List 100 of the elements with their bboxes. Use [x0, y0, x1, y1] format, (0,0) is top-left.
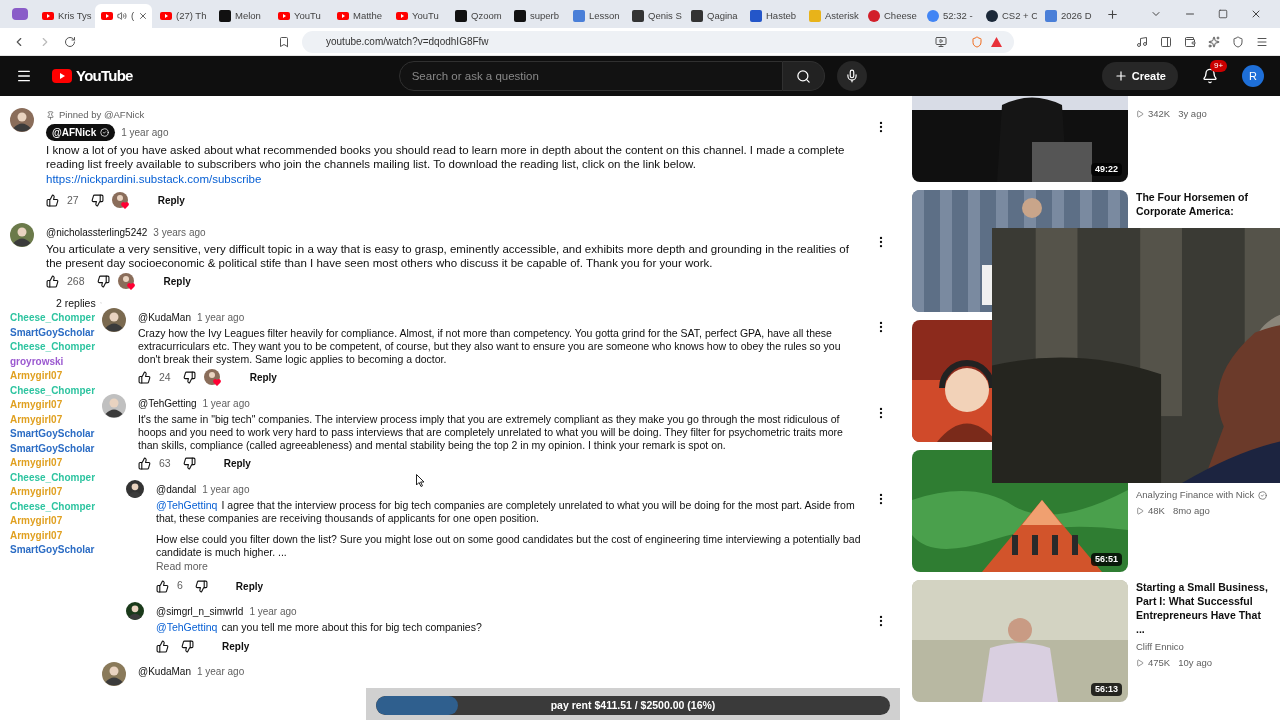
reply-button[interactable]: Reply	[155, 272, 199, 291]
browser-tab[interactable]: Kris Tys	[36, 4, 93, 28]
reply-button[interactable]: Reply	[227, 576, 272, 596]
like-icon[interactable]	[138, 457, 151, 470]
site-icon	[750, 10, 762, 22]
view-count: 342K	[1148, 107, 1171, 121]
comment-text: How else could you filter down the list? Sure you might lose out on some good candidates but the cost of engineering time interviewing a potentially bad candidate is much higher. ...	[156, 532, 862, 559]
sparkle-icon[interactable]	[1208, 35, 1220, 48]
replies-toggle[interactable]: 2 replies	[56, 295, 102, 312]
mention-link[interactable]: @TehGettinq	[156, 621, 218, 634]
comment-text: You articulate a very sensitive, very difficult topic in a way that is easy to grasp, eminently accessible, and exhibits more depth and grounding in the realities of the present day socioeconomic & political stife than I have seen most others who discuss it be capable of. Thank you for your work.	[46, 241, 850, 270]
browser-tab[interactable]: Qenis S	[626, 4, 683, 28]
wallet-icon[interactable]	[1184, 35, 1196, 48]
author-name[interactable]: @AFNick	[46, 124, 116, 142]
dislike-icon[interactable]	[181, 639, 194, 653]
browser-tab[interactable]: YouTu	[390, 4, 447, 28]
dislike-icon[interactable]	[96, 275, 110, 288]
browser-tab[interactable]: 2026 D	[1039, 4, 1096, 28]
site-icon	[573, 10, 585, 22]
search-button[interactable]	[782, 61, 825, 91]
comment-time: 1 year ago	[121, 126, 169, 141]
author-name[interactable]: @simgrl_n_simwrld	[156, 604, 244, 620]
menu-icon[interactable]	[16, 68, 32, 84]
like-icon[interactable]	[138, 371, 151, 384]
browser-tab[interactable]: CS2 + C	[980, 4, 1037, 28]
close-tab-icon[interactable]	[138, 11, 149, 21]
author-name[interactable]: @TehGetting	[138, 395, 197, 411]
avatar-icon	[102, 662, 126, 687]
like-icon[interactable]	[46, 275, 59, 288]
author-name[interactable]: @nicholassterling5242	[46, 224, 148, 240]
browser-tab[interactable]: Cheese	[862, 4, 919, 28]
mention-link[interactable]: @TehGettinq	[156, 498, 218, 511]
create-button[interactable]: Create	[1101, 62, 1178, 90]
channel-name[interactable]: Cliff Ennico	[1136, 640, 1184, 655]
comment-time: 3 years ago	[153, 225, 206, 240]
like-icon[interactable]	[46, 194, 59, 207]
channel-name[interactable]: Analyzing Finance with Nick	[1136, 488, 1255, 503]
dislike-icon[interactable]	[182, 371, 196, 384]
read-more-link[interactable]: Read more	[156, 558, 208, 575]
cast-icon[interactable]	[935, 35, 947, 48]
like-icon[interactable]	[156, 579, 169, 593]
play-logo-icon[interactable]	[52, 69, 72, 83]
comment-time: 1 year ago	[196, 310, 245, 325]
vpn-icon[interactable]	[1232, 35, 1244, 48]
dislike-icon[interactable]	[182, 457, 196, 470]
author-name[interactable]: @KudaMan	[138, 664, 191, 680]
chat-username: Cheese_Chomper	[10, 311, 97, 326]
chat-username: SmartGoyScholar	[10, 543, 96, 558]
browser-tab[interactable]: 52:32 -	[921, 4, 978, 28]
bookmark-icon[interactable]	[278, 35, 290, 48]
video-title[interactable]: Starting a Small Business, Part I: What Successful Entrepreneurs Have That ...	[1136, 580, 1270, 636]
like-count: 6	[177, 578, 183, 594]
video-title[interactable]: The Four Horsemen of Corporate America:	[1136, 190, 1270, 218]
menu-icon[interactable]	[1256, 35, 1268, 48]
dislike-icon[interactable]	[194, 579, 208, 593]
reply-button[interactable]: Reply	[214, 636, 258, 656]
speaker-icon[interactable]	[117, 11, 127, 21]
browser-tab[interactable]: superb	[508, 4, 565, 28]
comment-time: 1 year ago	[196, 665, 245, 680]
media-icon[interactable]	[1136, 35, 1148, 48]
mic-button[interactable]	[836, 61, 867, 91]
maximize-icon[interactable]	[1218, 9, 1228, 19]
browser-tab[interactable]: Melon	[213, 4, 270, 28]
like-icon[interactable]	[156, 639, 169, 653]
author-name[interactable]: @dandal	[156, 481, 197, 497]
browser-tab[interactable]: Asterisk	[803, 4, 860, 28]
workspace-icon[interactable]	[12, 8, 28, 20]
notifications-icon[interactable]	[1202, 68, 1218, 84]
browser-tab[interactable]: Qagina	[685, 4, 742, 28]
account-avatar[interactable]: R	[1242, 65, 1264, 87]
site-icon	[514, 10, 526, 22]
browser-tab[interactable]: YouTu	[272, 4, 329, 28]
site-icon	[809, 10, 821, 22]
sidebar-icon[interactable]	[1160, 35, 1172, 48]
browser-tab[interactable]: Lesson	[567, 4, 624, 28]
browser-tab[interactable]: (27) Th	[154, 4, 211, 28]
reply-button[interactable]: Reply	[241, 368, 285, 387]
reply-button[interactable]: Reply	[215, 454, 259, 473]
browser-tab[interactable]: (	[95, 4, 152, 28]
like-count: 24	[159, 369, 171, 385]
comment-text: Crazy how the Ivy Leagues filter heavily for compliance. Almost, if not more than competency. You gotta grind for the SAT, perfect GPA, have all these extracurriculars etc. They want you to be competent, of course, but they also want to ensure you are someone who knows how to obey the rules so you don't break their system. Same logic applies to becoming a doctor.	[138, 326, 842, 366]
comment-text: @TehGettinq can you tell me more about this for big tech companies?	[156, 621, 483, 635]
close-icon[interactable]	[1250, 8, 1262, 20]
address-field[interactable]: youtube.com/watch?v=dqodhIG8Ffw	[302, 30, 1014, 53]
browser-tab[interactable]: Hasteb	[744, 4, 801, 28]
dislike-icon[interactable]	[90, 194, 104, 207]
views-icon	[1136, 110, 1144, 119]
triangle-icon[interactable]	[991, 36, 1002, 47]
chat-username: Armygirl07	[10, 398, 64, 413]
reload-icon[interactable]	[64, 35, 76, 48]
new-tab-icon[interactable]	[1106, 7, 1119, 21]
author-name[interactable]: @KudaMan	[138, 309, 191, 325]
comment-link[interactable]: https://nickpardini.substack.com/subscribe	[46, 171, 862, 189]
search-field[interactable]: Search or ask a question	[398, 61, 783, 91]
reply-button[interactable]: Reply	[149, 191, 193, 210]
logo-text[interactable]: YouTube	[76, 64, 133, 88]
chat-username: groyrowski	[10, 354, 65, 369]
browser-tab[interactable]: Qzoom	[449, 4, 506, 28]
browser-tab[interactable]: Matthe	[331, 4, 388, 28]
comment-text: I know a lot of you have asked about what recommended books you should read to learn more in depth about the content on this channel. I made a complete reading list freely available to subscribers who join the channels mailing list. To download the reading list, click on the link below.	[46, 143, 846, 172]
